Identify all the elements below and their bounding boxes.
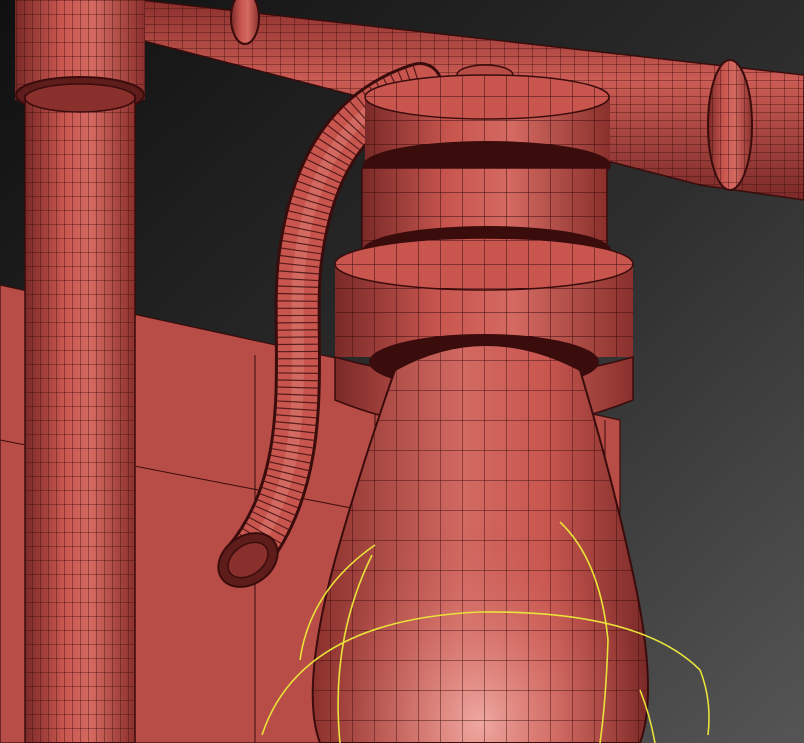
left-vertical-pipe[interactable] — [24, 83, 136, 743]
scene-render — [0, 0, 804, 743]
3d-viewport[interactable] — [0, 0, 804, 743]
